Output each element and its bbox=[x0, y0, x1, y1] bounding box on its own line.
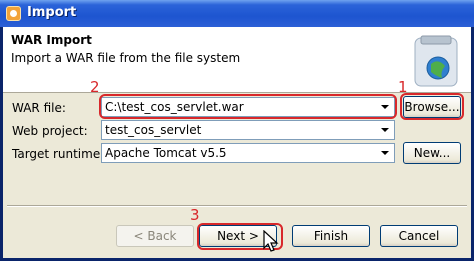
wizard-description: Import a WAR file from the file system bbox=[11, 51, 241, 65]
back-button-label: < Back bbox=[133, 229, 177, 243]
step-marker-2: 2 bbox=[90, 78, 100, 96]
war-file-highlight bbox=[99, 94, 397, 119]
back-button[interactable]: < Back bbox=[116, 225, 194, 247]
war-jar-icon bbox=[414, 35, 458, 87]
target-runtime-combo[interactable]: Apache Tomcat v5.5 bbox=[101, 143, 395, 163]
step-marker-3: 3 bbox=[190, 206, 200, 224]
cancel-button[interactable]: Cancel bbox=[380, 225, 458, 247]
step-marker-1: 1 bbox=[398, 78, 408, 96]
war-file-label: WAR file: bbox=[12, 101, 66, 115]
import-dialog: Import WAR Import Import a WAR file from… bbox=[0, 0, 474, 261]
cancel-button-label: Cancel bbox=[398, 229, 440, 243]
web-project-label: Web project: bbox=[12, 124, 88, 138]
finish-button-label: Finish bbox=[313, 229, 349, 243]
window-title: Import bbox=[27, 5, 77, 20]
chevron-down-icon[interactable] bbox=[377, 145, 393, 161]
new-runtime-button[interactable]: New... bbox=[403, 142, 461, 164]
target-runtime-value: Apache Tomcat v5.5 bbox=[105, 146, 227, 160]
web-project-combo[interactable]: test_cos_servlet bbox=[101, 120, 395, 140]
wizard-title: WAR Import bbox=[11, 33, 92, 47]
web-project-value: test_cos_servlet bbox=[105, 123, 202, 137]
title-bar[interactable]: Import bbox=[0, 0, 474, 27]
new-button-label: New... bbox=[413, 146, 451, 160]
finish-button[interactable]: Finish bbox=[292, 225, 370, 247]
footer-separator bbox=[7, 205, 467, 207]
target-runtime-label: Target runtime: bbox=[12, 147, 105, 161]
mouse-cursor-icon bbox=[263, 230, 279, 252]
eclipse-icon bbox=[6, 6, 21, 21]
chevron-down-icon[interactable] bbox=[377, 122, 393, 138]
browse-highlight bbox=[400, 93, 464, 120]
